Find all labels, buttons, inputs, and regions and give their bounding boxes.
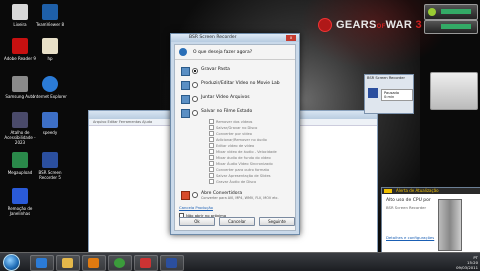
app-icon — [140, 258, 151, 268]
sub-item[interactable]: Adicionar/Remover no áudio — [209, 137, 267, 142]
logo-number: 3 — [415, 19, 422, 31]
taskbar-recorder[interactable] — [160, 255, 184, 271]
sub-item[interactable]: Mixar Áudio Vídeo Sincronizado — [209, 161, 273, 166]
gadget-network-bar — [441, 24, 471, 29]
alert-header: Alerta de Atualização — [382, 188, 480, 194]
adobe-reader-icon — [12, 38, 28, 54]
desktop-icon-hp[interactable]: hp — [30, 38, 70, 61]
option-movie-lab[interactable]: Produzir/Editar Vídeo no Movie Lab — [181, 81, 280, 90]
recorder-icon — [368, 88, 378, 98]
mini-recorder-status-button[interactable]: Pausado 0:min — [381, 89, 413, 101]
movie-lab-icon — [181, 81, 190, 90]
clock-date[interactable]: 09/03/2011 — [456, 265, 478, 270]
option-filme-estado[interactable]: Salvar no Filme Estado — [181, 109, 252, 118]
hp-folder-icon — [42, 38, 58, 54]
radio-juntar-video[interactable] — [192, 96, 198, 102]
radio-movie-lab[interactable] — [192, 82, 198, 88]
bsr-dialog[interactable]: BSR Screen Recorder x O que deseja fazer… — [170, 33, 300, 235]
mini-recorder-window[interactable]: BSR Screen Recorder Pausado 0:min — [364, 74, 414, 114]
accessibility-icon — [12, 112, 28, 128]
gears-skull-icon — [318, 18, 332, 32]
bsr-recorder-icon — [42, 152, 58, 168]
option-convertidora[interactable]: Abre Convertidora Converter para AVI, MP… — [181, 191, 279, 200]
alert-subtitle: BSR Screen Recorder — [386, 205, 427, 210]
dialog-close-button[interactable]: x — [286, 35, 296, 41]
sub-item[interactable]: Salvar Apresentação de Slides — [209, 173, 271, 178]
recycle-bin-icon — [12, 4, 28, 20]
taskbar-app[interactable] — [134, 255, 158, 271]
taskbar-media[interactable] — [82, 255, 106, 271]
sub-item[interactable]: Mixar áudio de fundo do vídeo — [209, 155, 271, 160]
alert-pause-icon — [384, 189, 392, 193]
removal-tool-icon — [12, 188, 28, 204]
dialog-body: O que deseja fazer agora? Gravar Pasta P… — [174, 44, 296, 231]
sub-item[interactable]: Salvar/Gravar no Disco — [209, 125, 257, 130]
wallpaper-logo: GEARSOFWAR 3 — [318, 18, 422, 32]
sub-item[interactable]: Converter por vídeo — [209, 131, 252, 136]
megaupload-icon — [12, 152, 28, 168]
sub-item[interactable]: Mixar vídeo de áudio - Velocidade — [209, 149, 277, 154]
taskbar: PT 15:20 09/03/2011 — [0, 252, 480, 271]
join-video-icon — [181, 95, 190, 104]
radio-filme-estado[interactable] — [192, 110, 198, 116]
gadget-cpu-meter[interactable] — [424, 4, 478, 20]
logo-gears: GEARS — [336, 19, 377, 31]
taskbar-explorer[interactable] — [56, 255, 80, 271]
converter-icon — [181, 191, 190, 200]
samsung-icon — [12, 76, 28, 92]
sub-item[interactable]: Converter para outro formato — [209, 167, 269, 172]
dialog-title: BSR Screen Recorder — [171, 34, 299, 42]
radio-gravar-pasta[interactable] — [192, 68, 198, 74]
speedy-icon — [42, 112, 58, 128]
dialog-header: O que deseja fazer agora? — [175, 45, 295, 60]
gadget-panel[interactable] — [430, 72, 478, 110]
pc-tower-icon — [438, 199, 462, 251]
gadget-bar — [441, 9, 471, 14]
option-juntar-video[interactable]: Juntar Vídeo Arquivos — [181, 95, 250, 104]
desktop-icon-speedy[interactable]: speedy — [30, 112, 70, 135]
next-button[interactable]: Seguinte — [259, 217, 295, 226]
logo-of: OF — [376, 24, 386, 30]
sub-item[interactable]: Editar vídeo de vídeo — [209, 143, 254, 148]
question-icon — [179, 48, 187, 56]
radio-convertidora[interactable] — [192, 192, 198, 198]
recorder-taskbar-icon — [166, 258, 177, 268]
cancel-button[interactable]: Cancelar — [219, 217, 255, 226]
desktop-icon-internet-explorer[interactable]: Internet Explorer — [30, 76, 70, 99]
convertidora-hint: Converter para AVI, MP4, WMV, FLV, MOV e… — [201, 196, 279, 200]
system-tray: PT 15:20 09/03/2011 — [456, 255, 478, 270]
cpu-alert-popup[interactable]: Alerta de Atualização Alto uso de CPU po… — [381, 187, 480, 253]
internet-explorer-icon — [42, 76, 58, 92]
folder-icon — [181, 67, 190, 76]
taskbar-ie[interactable] — [30, 255, 54, 271]
sub-item[interactable]: Remover dos vídeos — [209, 119, 252, 124]
cancel-production-link[interactable]: Cancela Produção — [179, 205, 213, 210]
gadget-status-icon — [428, 8, 436, 16]
sub-item[interactable]: Gravar Áudio de Disco — [209, 179, 256, 184]
gadget-network[interactable] — [424, 20, 478, 34]
media-player-icon — [88, 258, 99, 268]
ie-icon — [36, 258, 47, 268]
desktop-icon-teamviewer[interactable]: TeamViewer 8 — [30, 4, 70, 27]
desktop-icon-removal-tool[interactable]: Remoção de Janelinhas — [0, 188, 40, 216]
start-button[interactable] — [3, 254, 20, 271]
logo-war: WAR — [385, 19, 413, 31]
desktop-icon-bsr-recorder[interactable]: BSR Screen Recorder 5 — [30, 152, 70, 180]
alert-title: Alto uso de CPU por — [386, 198, 431, 203]
mini-recorder-title: BSR Screen Recorder — [367, 76, 405, 80]
film-icon — [181, 109, 190, 118]
dialog-question: O que deseja fazer agora? — [193, 49, 253, 55]
option-gravar-pasta[interactable]: Gravar Pasta — [181, 67, 230, 76]
alert-details-link[interactable]: Detalhes e configurações — [386, 235, 434, 240]
teamviewer-icon — [42, 4, 58, 20]
folder-icon — [62, 258, 73, 268]
taskbar-chrome[interactable] — [108, 255, 132, 271]
chrome-icon — [114, 258, 125, 268]
ok-button[interactable]: Ok — [179, 217, 215, 226]
